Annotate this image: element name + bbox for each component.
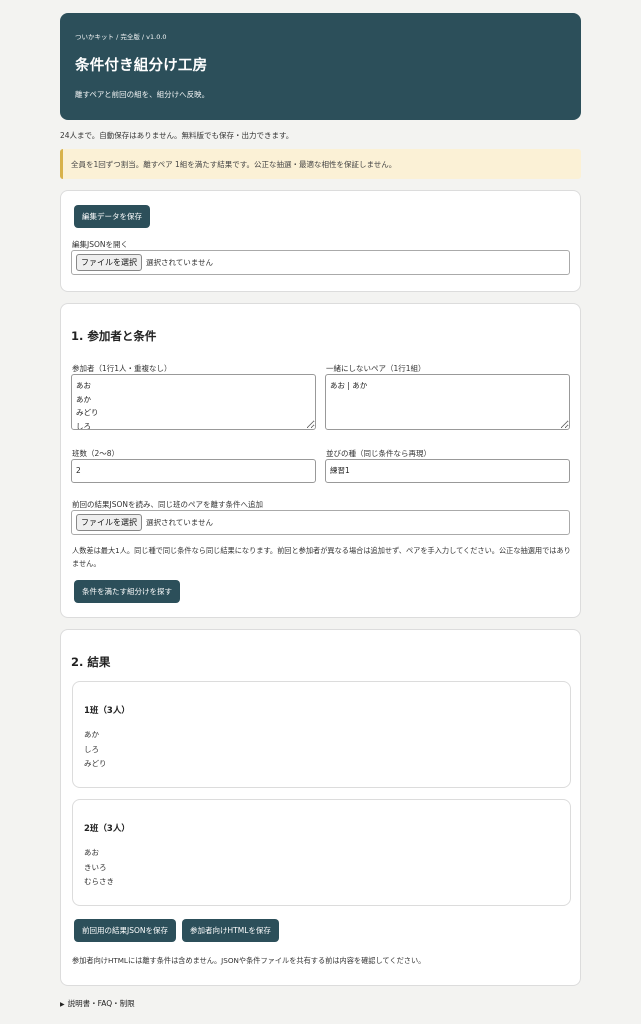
help-details-toggle[interactable]: ▶ 説明書・FAQ・制限 — [60, 998, 135, 1009]
results-card: 2. 結果 1班（3人） あか しろ みどり 2班（3人） あお きいろ むらさ… — [60, 629, 581, 986]
header-kicker: ついかキット / 完全版 / v1.0.0 — [75, 33, 167, 41]
save-edit-data-button[interactable]: 編集データを保存 — [74, 205, 150, 228]
group-count-input[interactable]: 2 — [71, 459, 316, 483]
warning-text: 全員を1回ずつ割当。離すペア 1組を満たす結果です。公正な抽選・最適な相性を保証… — [71, 160, 397, 169]
save-participant-html-button[interactable]: 参加者向けHTMLを保存 — [182, 919, 279, 942]
seed-input[interactable]: 練習1 — [325, 459, 570, 483]
file-status: 選択されていません — [146, 258, 214, 267]
choose-file-button[interactable]: ファイルを選択 — [76, 254, 142, 271]
group-count-label: 班数（2〜8） — [72, 449, 120, 458]
group-card: 2班（3人） あお きいろ むらさき — [72, 799, 571, 906]
prev-result-label: 前回の結果JSONを読み、同じ班のペアを離す条件へ追加 — [72, 500, 263, 509]
warning-banner: 全員を1回ずつ割当。離すペア 1組を満たす結果です。公正な抽選・最適な相性を保証… — [60, 149, 581, 179]
member-item: しろ — [84, 744, 99, 754]
save-card: 編集データを保存 編集JSONを開く ファイルを選択 選択されていません — [60, 190, 581, 292]
prev-result-file-input[interactable]: ファイルを選択 選択されていません — [71, 510, 570, 535]
limit-note: 24人まで。自動保存はありません。無料版でも保存・出力できます。 — [60, 131, 294, 140]
run-grouping-button[interactable]: 条件を満たす組分けを探す — [74, 580, 180, 603]
help-details-label: 説明書・FAQ・制限 — [67, 999, 135, 1008]
conditions-heading: 1. 参加者と条件 — [71, 329, 157, 343]
results-heading: 2. 結果 — [71, 655, 111, 669]
header-banner: ついかキット / 完全版 / v1.0.0 条件付き組分け工房 離すペアと前回の… — [60, 13, 581, 120]
group-card: 1班（3人） あか しろ みどり — [72, 681, 571, 788]
pairs-label: 一緒にしないペア（1行1組） — [326, 364, 426, 373]
member-item: きいろ — [84, 862, 107, 872]
file-status: 選択されていません — [146, 518, 214, 527]
group-title: 1班（3人） — [84, 706, 130, 716]
group-members: あか しろ みどり — [84, 728, 107, 772]
member-item: むらさき — [84, 877, 114, 886]
group-members: あお きいろ むらさき — [84, 846, 114, 890]
choose-file-button[interactable]: ファイルを選択 — [76, 514, 142, 531]
participants-label: 参加者（1行1人・重複なし） — [72, 364, 172, 373]
participants-textarea[interactable] — [71, 374, 316, 430]
pairs-textarea[interactable] — [325, 374, 570, 430]
member-item: あか — [84, 730, 99, 739]
results-note: 参加者向けHTMLには離す条件は含めません。JSONや条件ファイルを共有する前は… — [72, 956, 426, 965]
open-json-label: 編集JSONを開く — [72, 240, 128, 249]
triangle-right-icon: ▶ — [60, 1001, 65, 1008]
group-title: 2班（3人） — [84, 824, 130, 834]
page-title: 条件付き組分け工房 — [75, 58, 208, 74]
seed-label: 並びの種（同じ条件なら再現） — [326, 449, 431, 458]
member-item: みどり — [84, 759, 107, 768]
conditions-help: 人数差は最大1人。同じ種で同じ条件なら同じ結果になります。前回と参加者が異なる場… — [72, 546, 571, 568]
member-item: あお — [84, 848, 99, 857]
open-json-file-input[interactable]: ファイルを選択 選択されていません — [71, 250, 570, 275]
page: ついかキット / 完全版 / v1.0.0 条件付き組分け工房 離すペアと前回の… — [60, 13, 581, 1008]
header-subtitle: 離すペアと前回の組を、組分けへ反映。 — [75, 90, 210, 99]
save-prev-json-button[interactable]: 前回用の結果JSONを保存 — [74, 919, 176, 942]
conditions-card: 1. 参加者と条件 参加者（1行1人・重複なし） 一緒にしないペア（1行1組） … — [60, 303, 581, 618]
